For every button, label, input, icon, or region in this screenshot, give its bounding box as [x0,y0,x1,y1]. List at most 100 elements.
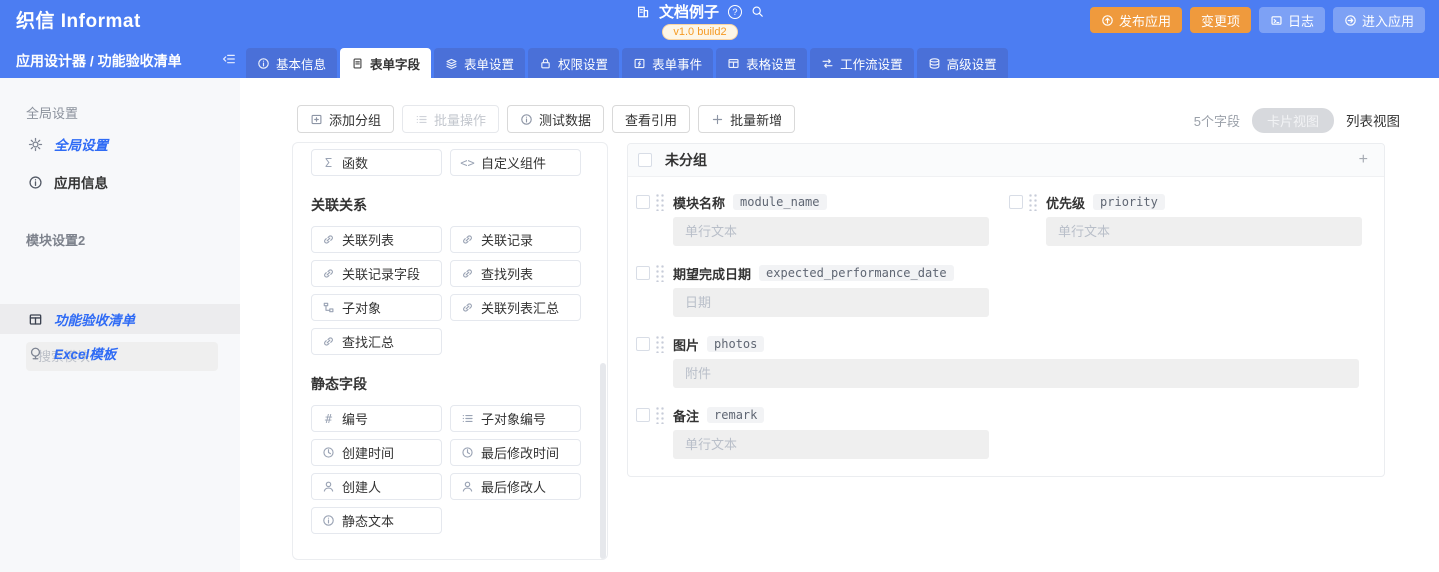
enter-app-label: 进入应用 [1361,13,1414,29]
group-header: 未分组 + [628,144,1384,177]
field-input-preview[interactable]: 单行文本 [673,217,989,246]
list-icon [461,412,474,425]
tab-form-events[interactable]: 表单事件 [622,48,714,78]
link-icon [322,335,335,348]
collapse-sidebar-icon[interactable] [222,52,236,66]
sidebar-item-global-settings[interactable]: 全局设置 [0,129,240,159]
field-input-preview[interactable]: 单行文本 [1046,217,1362,246]
palette-item-serial-number[interactable]: # 编号 [311,405,442,432]
publish-app-button[interactable]: 发布应用 [1089,7,1182,33]
search-icon[interactable] [751,5,764,18]
palette-item-label: 编号 [342,412,369,427]
palette-item-creator[interactable]: 创建人 [311,473,442,500]
palette-item-related-list[interactable]: 关联列表 [311,226,442,253]
field-card-module-name: 模块名称 module_name 单行文本 [636,193,989,246]
tab-workflow-settings[interactable]: 工作流设置 [810,48,914,78]
palette-item-related-list-summary[interactable]: 关联列表汇总 [450,294,581,321]
enter-icon [1344,14,1357,27]
batch-add-button[interactable]: 批量新增 [698,105,796,133]
palette-item-label: 最后修改时间 [481,446,560,461]
button-label: 批量操作 [434,112,487,128]
field-count: 5个字段 [1193,113,1240,129]
help-icon[interactable]: ? [728,4,743,19]
drag-handle-icon[interactable] [656,335,664,353]
palette-item-subobject-number[interactable]: 子对象编号 [450,405,581,432]
sidebar-item-label: 应用信息 [54,176,108,191]
tab-permission-settings[interactable]: 权限设置 [528,48,620,78]
field-checkbox[interactable] [1009,195,1023,209]
palette-item-sub-object[interactable]: 子对象 [311,294,442,321]
palette-item-label: 查找汇总 [342,335,395,350]
tab-label: 表单事件 [652,57,703,72]
tab-advanced-settings[interactable]: 高级设置 [916,48,1008,78]
palette-item-lookup-list[interactable]: 查找列表 [450,260,581,287]
tab-table-settings[interactable]: 表格设置 [716,48,808,78]
palette-item-created-time[interactable]: 创建时间 [311,439,442,466]
sidebar-item-module-checklist[interactable]: 功能验收清单 [0,304,240,334]
gear-icon [28,137,43,152]
palette-item-related-record[interactable]: 关联记录 [450,226,581,253]
field-input-preview[interactable]: 附件 [673,359,1359,388]
table-icon [28,312,43,327]
publish-app-label: 发布应用 [1118,13,1171,29]
test-data-button[interactable]: 测试数据 [507,105,605,133]
drag-handle-icon[interactable] [1029,193,1037,211]
drag-handle-icon[interactable] [656,193,664,211]
add-field-icon[interactable]: + [1359,151,1368,169]
app-logo: 织信 Informat [16,11,141,32]
tab-form-fields[interactable]: 表单字段 [340,48,432,78]
palette-item-last-modifier[interactable]: 最后修改人 [450,473,581,500]
list-view-toggle[interactable]: 列表视图 [1346,110,1400,130]
link-icon [461,301,474,314]
drag-handle-icon[interactable] [656,406,664,424]
card-view-toggle[interactable]: 卡片视图 [1251,107,1334,133]
field-checkbox[interactable] [636,408,650,422]
sidebar-item-excel-template[interactable]: Excel模板 [0,338,240,368]
palette-item-static-text[interactable]: 静态文本 [311,507,442,534]
app-icon [636,5,650,19]
enter-app-button[interactable]: 进入应用 [1332,7,1425,33]
field-input-preview[interactable]: 日期 [673,288,989,317]
field-input-preview[interactable]: 单行文本 [673,430,989,459]
tab-label: 基本信息 [276,57,327,72]
palette-item-label: 创建人 [342,480,382,495]
tab-label: 工作流设置 [840,57,903,72]
workflow-icon [821,57,834,70]
add-group-button[interactable]: 添加分组 [297,105,395,133]
field-checkbox[interactable] [636,337,650,351]
field-checkbox[interactable] [636,266,650,280]
palette-item-last-modified-time[interactable]: 最后修改时间 [450,439,581,466]
tab-label: 表单设置 [464,57,515,72]
palette-scrollbar[interactable] [600,363,606,559]
sidebar-item-app-info[interactable]: 应用信息 [0,167,240,197]
palette-item-label: 函数 [342,156,369,171]
palette-item-function[interactable]: Σ 函数 [311,149,442,176]
change-items-button[interactable]: 变更项 [1189,7,1251,33]
log-button[interactable]: 日志 [1258,7,1325,33]
tab-form-settings[interactable]: 表单设置 [434,48,526,78]
code-icon: <> [460,155,475,170]
field-checkbox[interactable] [636,195,650,209]
form-icon [351,57,364,70]
view-references-button[interactable]: 查看引用 [612,105,691,133]
app-title: 文档例子 [658,4,720,21]
palette-item-lookup-summary[interactable]: 查找汇总 [311,328,442,355]
field-label: 备注 [673,408,700,424]
event-icon [633,57,646,70]
layers-icon [445,57,458,70]
palette-item-label: 关联记录 [481,233,534,248]
palette-item-label: 静态文本 [342,514,395,529]
field-label: 图片 [673,337,700,353]
group-title: 未分组 [665,152,707,168]
palette-item-related-record-field[interactable]: 关联记录字段 [311,260,442,287]
drag-handle-icon[interactable] [656,264,664,282]
module-section-title: 模块设置2 [26,233,86,248]
batch-operation-button[interactable]: 批量操作 [402,105,500,133]
tab-basic-info[interactable]: 基本信息 [246,48,338,78]
sigma-icon: Σ [324,155,333,170]
group-checkbox[interactable] [638,153,652,167]
palette-item-label: 查找列表 [481,267,534,282]
plus-icon [711,113,724,126]
tab-label: 权限设置 [558,57,609,72]
palette-item-custom-component[interactable]: <> 自定义组件 [450,149,581,176]
